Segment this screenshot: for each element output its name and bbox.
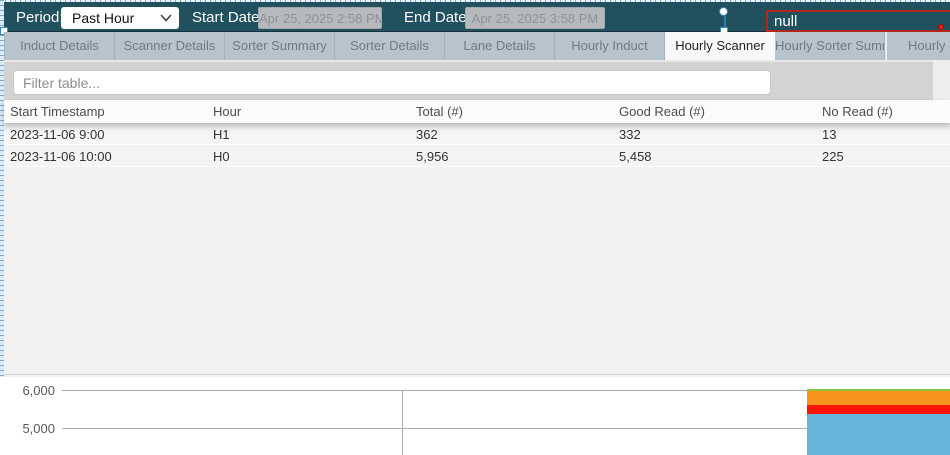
- tab-hourly-sorter[interactable]: Hourly Sort: [885, 32, 950, 60]
- error-dot-icon: [938, 24, 944, 30]
- gridline-vertical: [402, 390, 403, 455]
- tab-sorter-summary[interactable]: Sorter Summary: [225, 32, 335, 60]
- table-header-row: Start Timestamp Hour Total (#) Good Read…: [4, 100, 950, 123]
- cell-no-read: 225: [816, 145, 950, 166]
- cell-hour: H0: [207, 145, 410, 166]
- period-select[interactable]: Past Hour: [61, 7, 179, 29]
- cell-start-timestamp: 2023-11-06 10:00: [4, 145, 207, 166]
- filter-table-input[interactable]: [13, 70, 771, 95]
- y-axis-tick-5000: 5,000: [13, 421, 55, 436]
- hourly-scanner-chart: 6,000 5,000: [0, 377, 950, 455]
- bar-segment-red: [807, 405, 950, 414]
- tab-scanner-details[interactable]: Scanner Details: [115, 32, 225, 60]
- period-select-value: Past Hour: [61, 10, 160, 26]
- tab-hourly-induct[interactable]: Hourly Induct: [555, 32, 665, 60]
- cell-good-read: 332: [613, 123, 816, 144]
- end-date-input[interactable]: [465, 7, 605, 29]
- hourly-scanner-table: Start Timestamp Hour Total (#) Good Read…: [4, 100, 950, 375]
- tab-sorter-details[interactable]: Sorter Details: [335, 32, 445, 60]
- start-date-input[interactable]: [258, 7, 382, 29]
- null-error-field[interactable]: null: [766, 10, 950, 32]
- tab-hourly-scanner[interactable]: Hourly Scanner: [665, 32, 775, 60]
- cell-no-read: 13: [816, 123, 950, 144]
- cell-start-timestamp: 2023-11-06 9:00: [4, 123, 207, 144]
- bar-segment-orange: [807, 391, 950, 405]
- selection-handle-circle[interactable]: [719, 7, 728, 16]
- tab-bar: Induct Details Scanner Details Sorter Su…: [4, 32, 950, 60]
- designer-canvas: Period: Past Hour Start Date: End Date: …: [0, 0, 950, 455]
- start-date-label: Start Date:: [192, 9, 264, 26]
- stacked-bar: [807, 389, 950, 455]
- filter-band: [4, 60, 933, 100]
- null-error-value: null: [774, 13, 797, 30]
- cell-hour: H1: [207, 123, 410, 144]
- col-no-read[interactable]: No Read (#): [816, 100, 950, 123]
- end-date-label: End Date:: [404, 9, 471, 26]
- cell-total: 362: [410, 123, 613, 144]
- tab-lane-details[interactable]: Lane Details: [445, 32, 555, 60]
- col-total[interactable]: Total (#): [410, 100, 613, 123]
- tab-induct-details[interactable]: Induct Details: [5, 32, 115, 60]
- y-axis-tick-6000: 6,000: [13, 383, 55, 398]
- toolbar: Period: Past Hour Start Date: End Date: …: [4, 2, 950, 32]
- table-row[interactable]: 2023-11-06 10:00 H0 5,956 5,458 225: [4, 145, 950, 167]
- cell-total: 5,956: [410, 145, 613, 166]
- filter-band-right-strip: [933, 60, 950, 100]
- col-hour[interactable]: Hour: [207, 100, 410, 123]
- chevron-down-icon: [160, 14, 172, 22]
- table-row[interactable]: 2023-11-06 9:00 H1 362 332 13: [4, 123, 950, 145]
- bar-segment-blue: [807, 414, 950, 455]
- period-label: Period:: [16, 9, 64, 26]
- cell-good-read: 5,458: [613, 145, 816, 166]
- col-start-timestamp[interactable]: Start Timestamp: [4, 100, 207, 123]
- col-good-read[interactable]: Good Read (#): [613, 100, 816, 123]
- tab-hourly-sorter-summary[interactable]: Hourly Sorter Summar: [775, 32, 885, 60]
